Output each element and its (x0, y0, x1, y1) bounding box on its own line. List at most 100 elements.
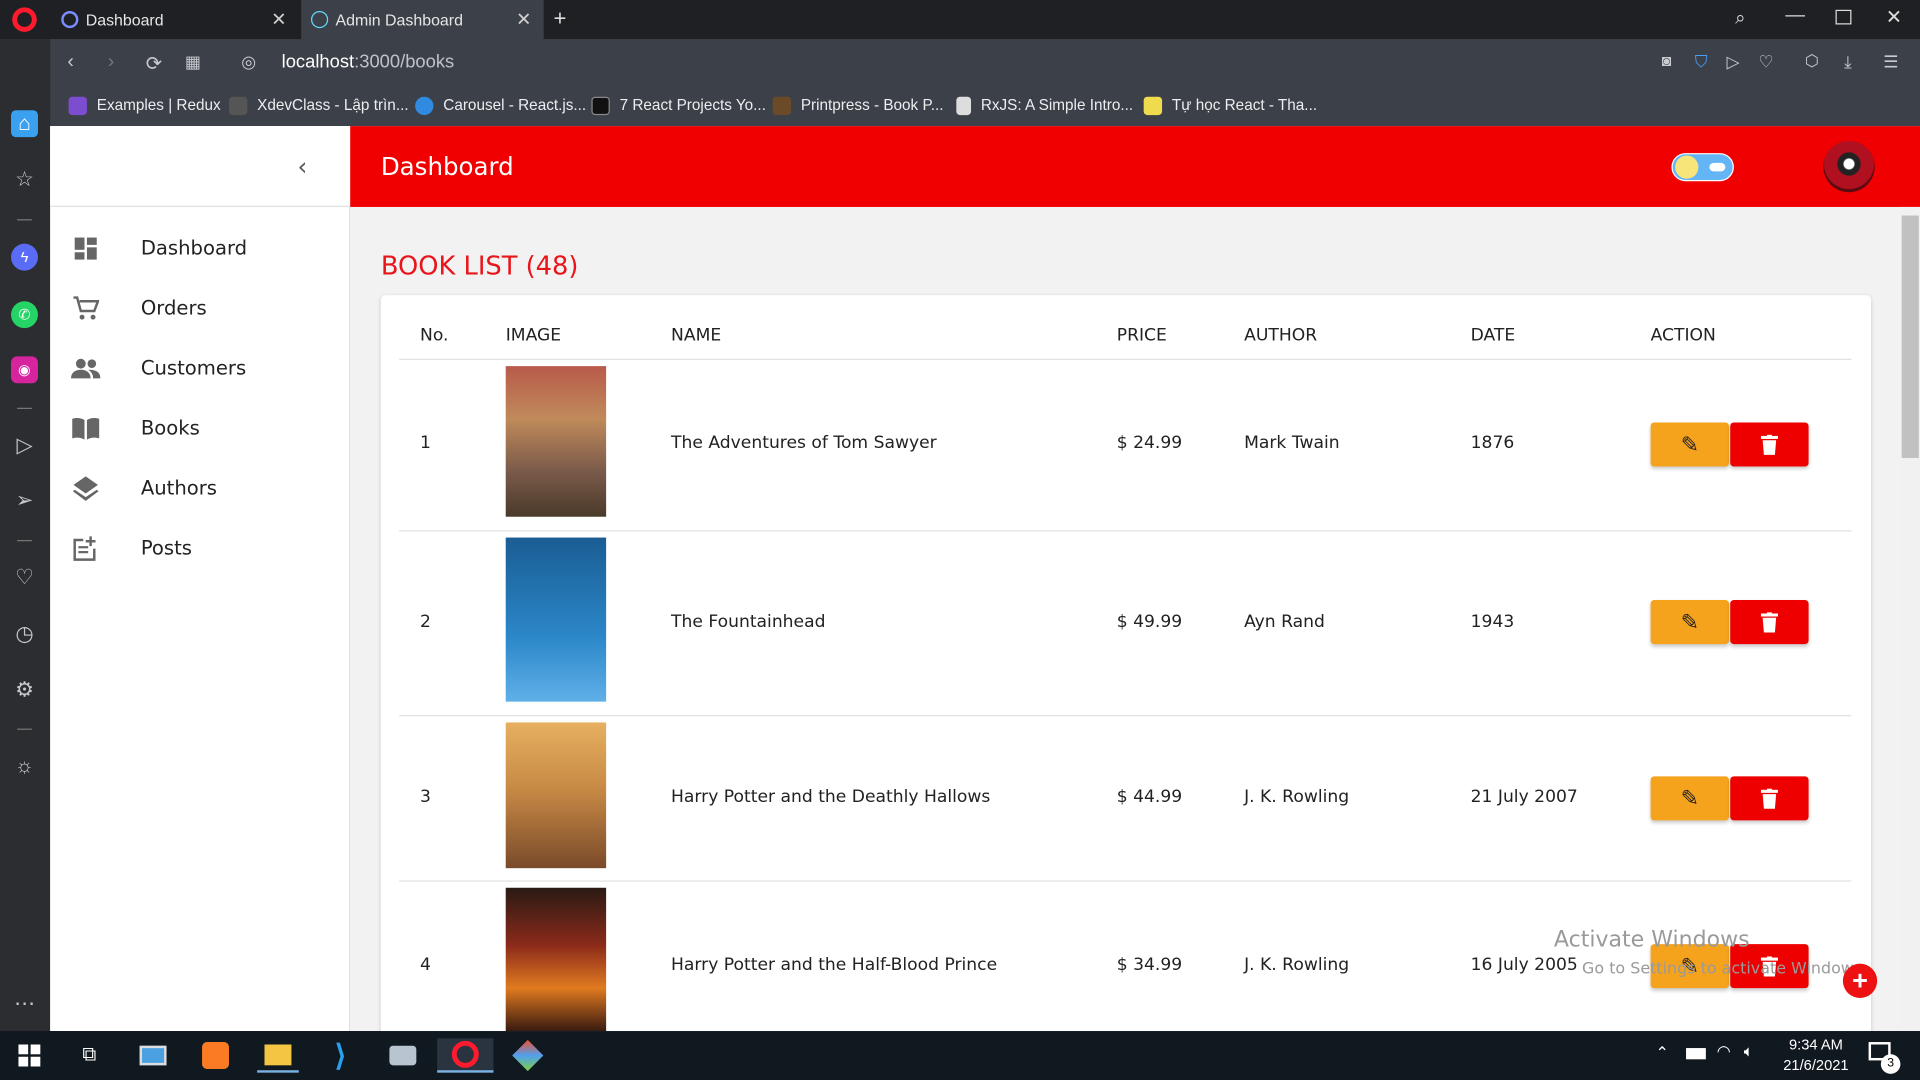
collapse-drawer-button[interactable]: ‹ (298, 152, 308, 181)
edit-button[interactable]: ✎ (1650, 422, 1729, 467)
tab-label: Admin Dashboard (335, 10, 463, 29)
nav-item-dashboard[interactable]: Dashboard (50, 218, 350, 278)
clock-date: 21/6/2021 (1783, 1056, 1849, 1074)
js-icon (1143, 96, 1163, 115)
delete-button[interactable] (1730, 600, 1809, 645)
minimize-button[interactable]: — (1785, 5, 1805, 27)
tray-chevron-icon[interactable]: ⌃ (1656, 1043, 1669, 1063)
col-header-name: NAME (671, 325, 722, 346)
avatar[interactable] (1823, 140, 1875, 193)
easy-setup-icon[interactable]: ☰ (1883, 51, 1898, 72)
volume-icon[interactable]: 🔈︎ (1744, 1042, 1754, 1062)
nav-item-customers[interactable]: Customers (50, 338, 350, 398)
file-explorer-icon[interactable] (257, 1038, 299, 1073)
cube-icon[interactable]: ⬡ (1805, 51, 1819, 71)
heart-icon[interactable]: ♡ (1758, 51, 1773, 72)
clock-time: 9:34 AM (1788, 1035, 1843, 1054)
close-icon[interactable]: ✕ (271, 9, 286, 31)
star-icon[interactable]: ☆ (11, 167, 38, 194)
wifi-icon[interactable]: ◠ (1717, 1042, 1731, 1062)
bookmark-redux[interactable]: Examples | Redux (68, 94, 221, 116)
bookmark-rxjs[interactable]: RxJS: A Simple Intro... (956, 94, 1133, 116)
restore-button[interactable] (1835, 9, 1852, 25)
book-cover-image (505, 887, 607, 1032)
opera-logo[interactable] (12, 7, 37, 32)
vpn-shield-icon[interactable]: ⛉ (1695, 51, 1708, 72)
tabs-grid-icon[interactable]: ▦ (185, 51, 201, 72)
edit-button[interactable]: ✎ (1650, 600, 1729, 645)
send-icon[interactable]: ➢ (11, 487, 38, 514)
cell-price: $ 44.99 (1116, 787, 1183, 807)
react-icon (311, 11, 329, 29)
instagram-icon[interactable]: ◉ (11, 356, 38, 384)
search-icon[interactable]: ⌕ (1735, 7, 1745, 28)
tab-admin-dashboard[interactable]: Admin Dashboard ✕ (301, 0, 544, 40)
messenger-icon[interactable]: ϟ (11, 243, 38, 271)
lightbulb-icon[interactable]: ☼ (11, 753, 38, 780)
windows-start-icon[interactable] (9, 1038, 51, 1072)
whatsapp-icon[interactable]: ✆ (11, 301, 38, 329)
add-book-button[interactable]: + (1842, 963, 1878, 998)
delete-button[interactable] (1730, 422, 1809, 467)
taskbar-clock[interactable]: 9:34 AM 21/6/2021 (1763, 1035, 1868, 1077)
player-icon[interactable]: ▷ (11, 432, 38, 459)
notification-count-badge: 3 (1880, 1054, 1901, 1074)
nav-label: Customers (140, 356, 247, 380)
nav-item-posts[interactable]: Posts (50, 518, 350, 578)
bookmark-carousel[interactable]: Carousel - React.js... (415, 94, 586, 116)
cell-author: J. K. Rowling (1244, 955, 1350, 975)
opera-taskbar-icon[interactable] (437, 1038, 494, 1073)
nav-item-orders[interactable]: Orders (50, 278, 350, 338)
divider (17, 219, 32, 221)
trash-icon (1760, 434, 1778, 455)
vscode-icon[interactable]: ⟩ (320, 1038, 362, 1072)
more-icon[interactable]: ⋯ (11, 991, 38, 1018)
download-icon[interactable]: ⤓ (1844, 51, 1852, 72)
reload-icon[interactable]: ⟳ (146, 51, 162, 75)
activate-windows-watermark: Activate Windows (1553, 926, 1750, 953)
bookmark-react-projects[interactable]: 7 React Projects Yo... (591, 94, 766, 116)
close-window-button[interactable]: ✕ (1886, 5, 1902, 29)
send-icon[interactable]: ▷ (1727, 51, 1740, 72)
bookmark-xdevclass[interactable]: XdevClass - Lập trìn... (228, 94, 409, 116)
nav-label: Posts (140, 536, 193, 560)
cell-name: The Adventures of Tom Sawyer (671, 433, 937, 454)
theme-toggle[interactable] (1671, 153, 1734, 182)
url-field[interactable]: localhost:3000/books (282, 51, 455, 72)
cell-no: 2 (420, 612, 431, 632)
cell-no: 3 (420, 787, 431, 807)
explorer-app-icon[interactable] (132, 1038, 174, 1072)
divider (17, 540, 32, 542)
row-divider (399, 880, 1852, 882)
bookmark-label: Tự học React - Tha... (1171, 96, 1318, 114)
git-icon[interactable] (507, 1038, 549, 1072)
nav-item-authors[interactable]: Authors (50, 458, 350, 518)
scrollbar-thumb[interactable] (1901, 215, 1919, 458)
tab-dashboard[interactable]: Dashboard ✕ (51, 0, 298, 39)
cell-price: $ 34.99 (1116, 955, 1183, 975)
heart-icon[interactable]: ♡ (11, 564, 38, 591)
home-icon[interactable]: ⌂ (11, 110, 38, 138)
cell-price: $ 49.99 (1116, 612, 1183, 632)
task-view-icon[interactable]: ⧉ (69, 1038, 111, 1072)
forward-icon[interactable]: › (108, 51, 115, 73)
col-header-image: IMAGE (505, 325, 562, 346)
nav-item-books[interactable]: Books (50, 398, 350, 458)
xampp-icon[interactable] (195, 1038, 237, 1072)
camera-icon[interactable]: ◙ (1662, 51, 1672, 69)
new-tab-button[interactable]: + (553, 6, 566, 32)
close-icon[interactable]: ✕ (516, 9, 531, 31)
bookmark-printpress[interactable]: Printpress - Book P... (772, 94, 943, 116)
settings-icon[interactable]: ⚙ (11, 677, 38, 704)
bookmark-tu-hoc-react[interactable]: Tự học React - Tha... (1143, 94, 1318, 116)
cell-name: Harry Potter and the Half-Blood Prince (671, 955, 998, 975)
back-icon[interactable]: ‹ (67, 51, 74, 73)
snipping-tool-icon[interactable] (382, 1038, 424, 1072)
history-icon[interactable]: ◷ (11, 621, 38, 648)
dashboard-icon (71, 233, 100, 262)
edit-button[interactable]: ✎ (1650, 776, 1729, 821)
nav-label: Dashboard (140, 236, 248, 260)
delete-button[interactable] (1730, 776, 1809, 821)
redux-icon (61, 11, 79, 29)
cell-date: 1876 (1470, 433, 1515, 454)
